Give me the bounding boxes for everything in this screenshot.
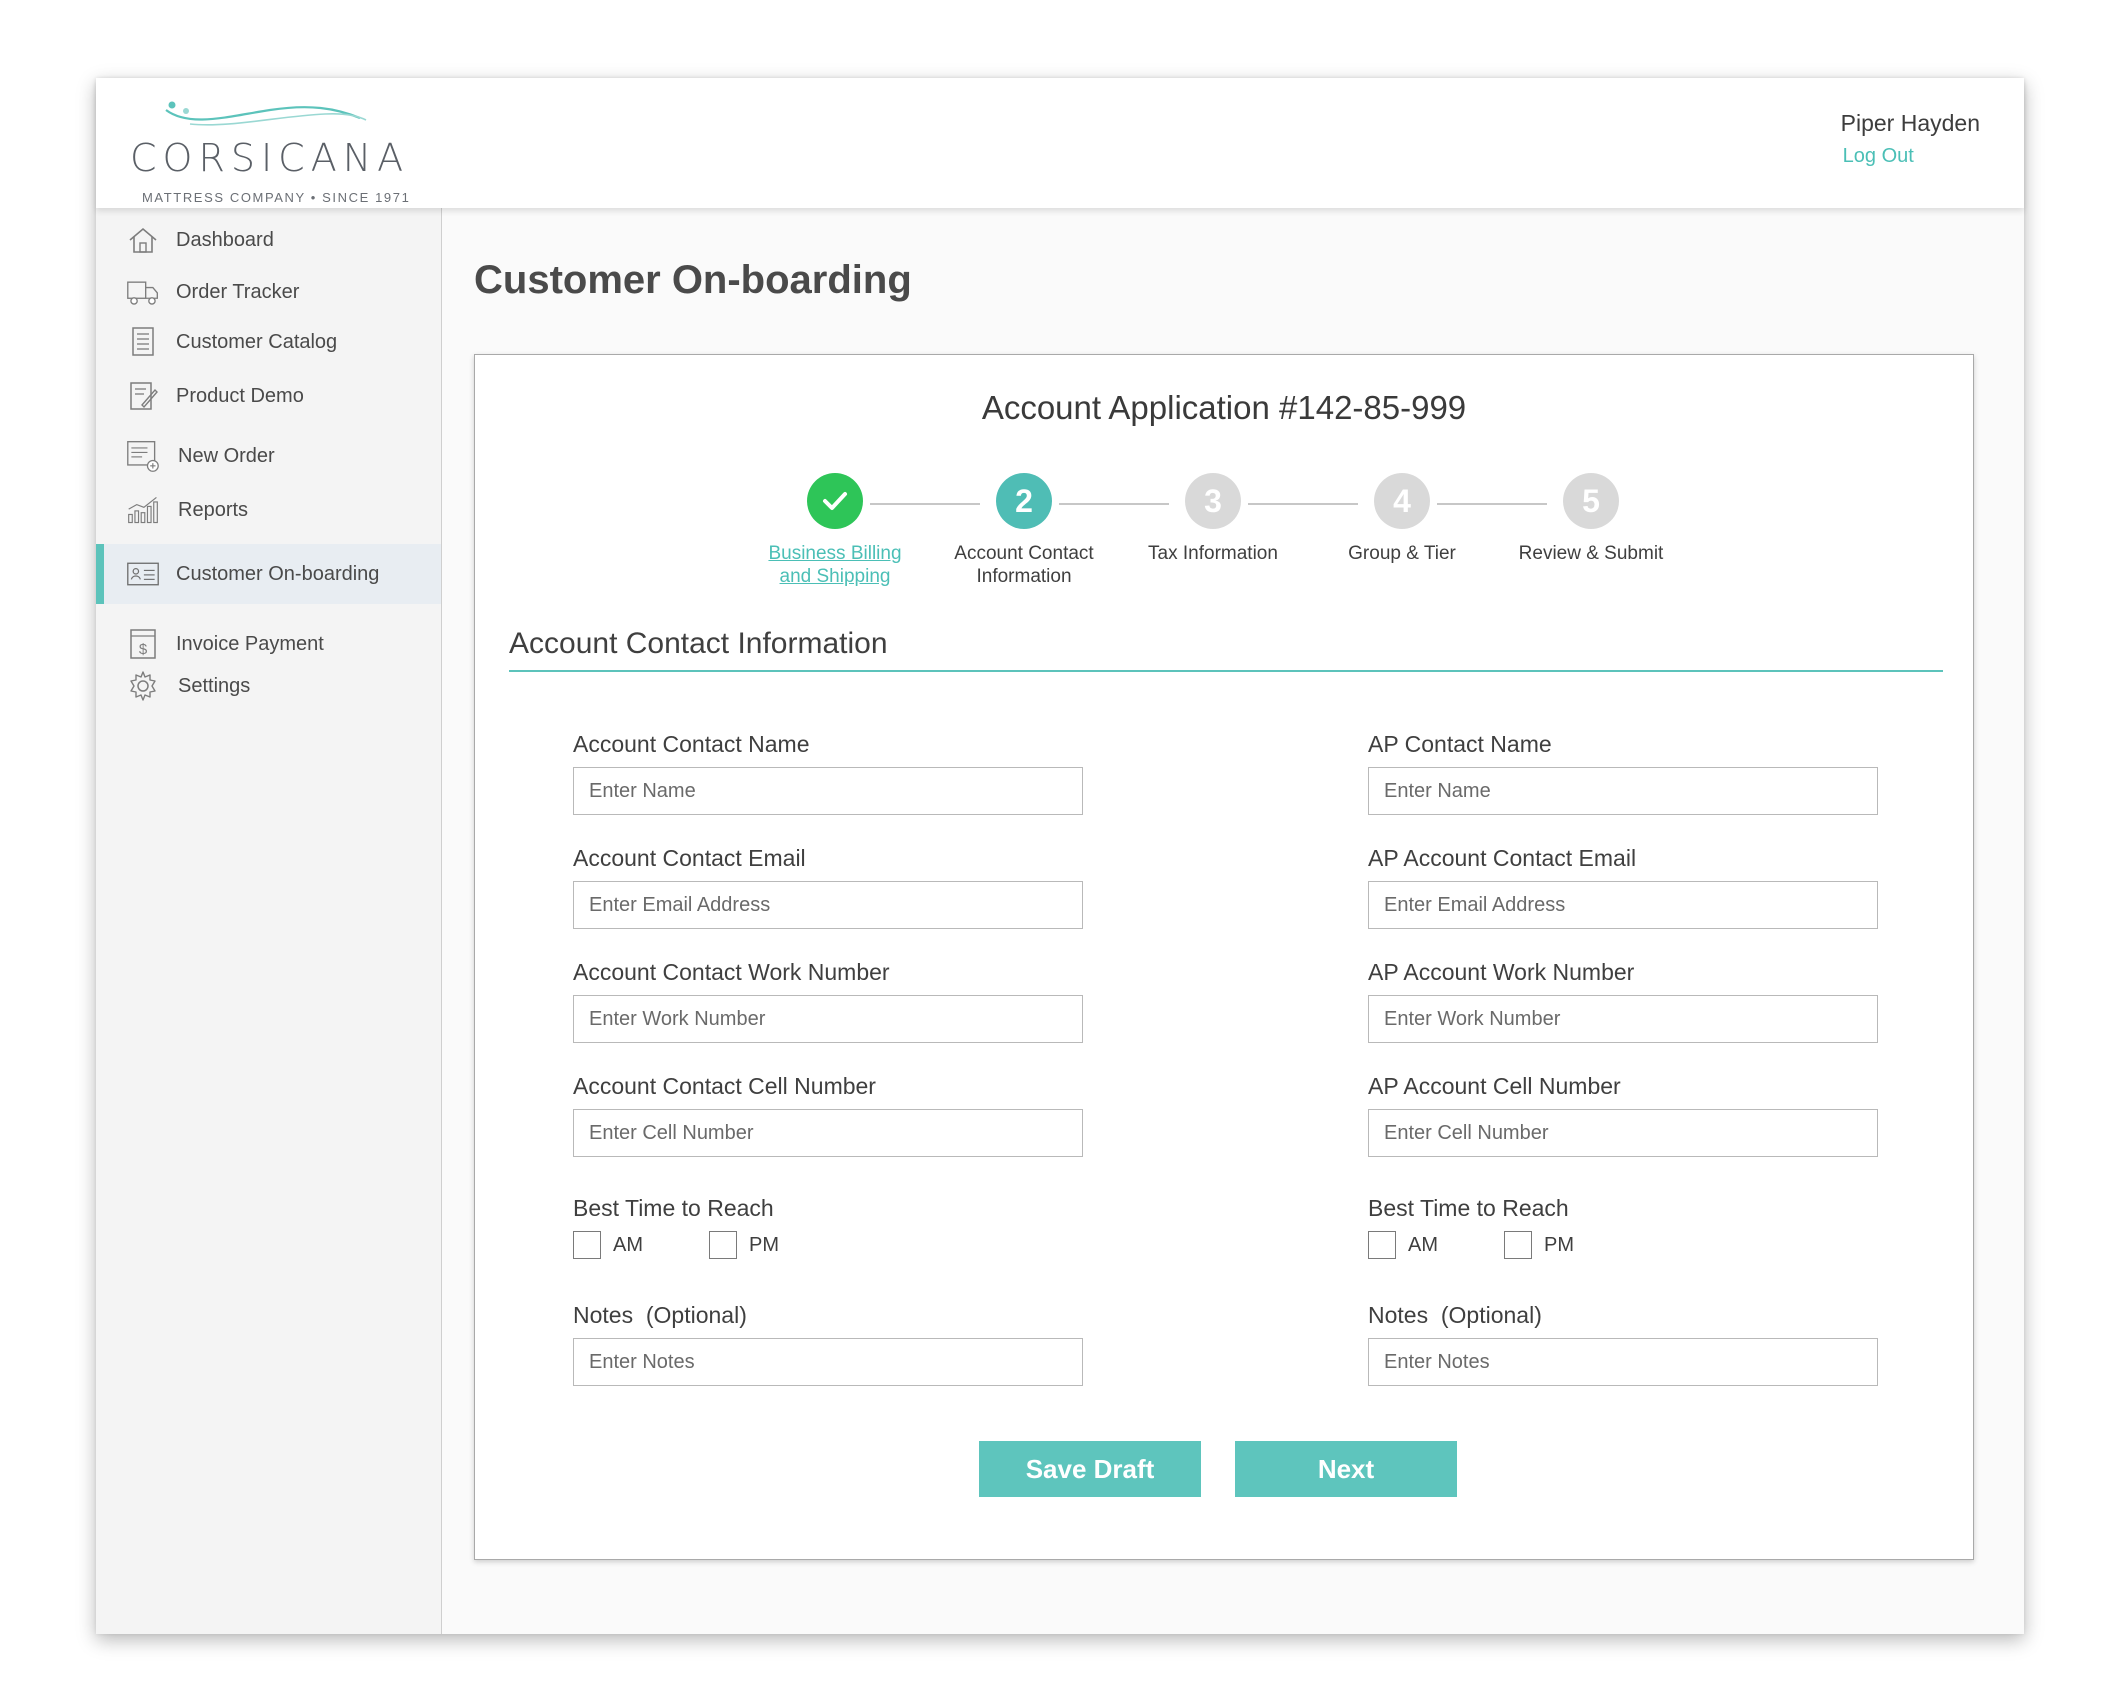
step-connector: [1059, 503, 1169, 505]
ap-cell-number-label: AP Account Cell Number: [1368, 1073, 1621, 1099]
sidebar-item-label: New Order: [178, 444, 275, 467]
am-checkbox-label: AM: [613, 1234, 643, 1256]
ap-contact-name-input[interactable]: [1368, 767, 1878, 815]
account-contact-email-label: Account Contact Email: [573, 845, 806, 871]
pm-checkbox-label: PM: [749, 1234, 779, 1256]
step-2-label: Account Contact Information: [929, 542, 1119, 588]
checkmark-icon: [823, 492, 847, 510]
account-contact-cell-number-label: Account Contact Cell Number: [573, 1073, 876, 1099]
gear-icon: [130, 671, 156, 701]
step-connector: [870, 503, 980, 505]
header: CORSICANA MATTRESS COMPANY • SINCE 1971 …: [96, 78, 2024, 208]
step-3-label: Tax Information: [1148, 543, 1278, 564]
main-content: Customer On-boarding Account Application…: [442, 208, 2024, 1634]
step-3-circle: 3: [1185, 473, 1241, 529]
step-2-label-line1: Account Contact: [954, 543, 1094, 564]
user-panel: Piper Hayden Log Out: [1841, 110, 1980, 168]
am-checkbox[interactable]: [573, 1231, 601, 1259]
logo-wordmark: CORSICANA: [130, 136, 410, 180]
app-window: CORSICANA MATTRESS COMPANY • SINCE 1971 …: [96, 78, 2024, 1634]
ap-notes-label: Notes (Optional): [1368, 1302, 1542, 1328]
sidebar-item-label: Product Demo: [176, 384, 304, 407]
ap-contact-email-label: AP Account Contact Email: [1368, 845, 1637, 871]
ap-pm-checkbox-label: PM: [1544, 1234, 1574, 1256]
application-card: Account Application #142-85-999 2 3 4 5 …: [474, 354, 1974, 1560]
pm-checkbox[interactable]: [709, 1231, 737, 1259]
notes-input[interactable]: [573, 1338, 1083, 1386]
svg-text:$: $: [139, 641, 148, 658]
logo-tagline: MATTRESS COMPANY • SINCE 1971: [142, 190, 411, 205]
ap-cell-number-input[interactable]: [1368, 1109, 1878, 1157]
sidebar-item-order-tracker[interactable]: Order Tracker: [96, 270, 441, 314]
step-connector: [1437, 503, 1547, 505]
ap-contact-email-input[interactable]: [1368, 881, 1878, 929]
home-icon: [129, 227, 157, 253]
ap-best-time-options: AM PM: [1368, 1231, 1668, 1261]
save-draft-button[interactable]: Save Draft: [979, 1441, 1201, 1497]
sidebar-item-label: Customer Catalog: [176, 330, 338, 353]
step-5-label: Review & Submit: [1518, 543, 1664, 564]
step-2-label-line2: Information: [976, 566, 1072, 587]
ap-contact-name-label: AP Contact Name: [1368, 731, 1552, 757]
account-contact-work-number-label: Account Contact Work Number: [573, 959, 890, 985]
sidebar: Dashboard Order Tracker Customer Catalog: [96, 208, 442, 1634]
best-time-options: AM PM: [573, 1231, 873, 1261]
section-title: Account Contact Information: [509, 627, 888, 660]
sidebar-item-label: Reports: [178, 498, 249, 521]
logo-swoosh-icon: [165, 101, 367, 126]
invoice-icon: $: [130, 629, 156, 659]
ap-notes-input[interactable]: [1368, 1338, 1878, 1386]
account-contact-email-input[interactable]: [573, 881, 1083, 929]
logout-link[interactable]: Log Out: [1843, 145, 1980, 168]
step-5-circle: 5: [1563, 473, 1619, 529]
user-name: Piper Hayden: [1840, 110, 1980, 136]
demo-icon: [130, 382, 158, 410]
sidebar-item-label: Settings: [178, 674, 251, 697]
sidebar-item-customer-catalog[interactable]: Customer Catalog: [96, 320, 441, 364]
ap-am-checkbox[interactable]: [1368, 1231, 1396, 1259]
progress-stepper: 2 3 4 5 Business Billing and Shipping Ac…: [475, 473, 1973, 603]
ap-best-time-label: Best Time to Reach: [1368, 1195, 1569, 1221]
sidebar-item-invoice-payment[interactable]: $ Invoice Payment: [96, 622, 441, 666]
sidebar-item-product-demo[interactable]: Product Demo: [96, 374, 441, 418]
notes-label: Notes (Optional): [573, 1302, 747, 1328]
sidebar-item-new-order[interactable]: New Order: [96, 434, 441, 478]
id-card-icon: [127, 562, 159, 586]
best-time-label: Best Time to Reach: [573, 1195, 774, 1221]
sidebar-item-reports[interactable]: Reports: [96, 488, 441, 532]
step-4-label: Group & Tier: [1348, 543, 1456, 564]
step-1-label-line1: Business Billing: [768, 543, 902, 564]
sidebar-item-label: Order Tracker: [176, 280, 300, 303]
ap-pm-checkbox[interactable]: [1504, 1231, 1532, 1259]
reports-icon: [128, 497, 158, 524]
section-divider: [509, 670, 1943, 672]
corsicana-logo[interactable]: CORSICANA MATTRESS COMPANY • SINCE 1971: [130, 98, 409, 205]
sidebar-item-customer-onboarding[interactable]: Customer On-boarding: [96, 544, 441, 604]
ap-work-number-input[interactable]: [1368, 995, 1878, 1043]
next-button[interactable]: Next: [1235, 1441, 1457, 1497]
sidebar-item-dashboard[interactable]: Dashboard: [96, 218, 441, 262]
account-contact-work-number-input[interactable]: [573, 995, 1083, 1043]
step-1-circle[interactable]: [807, 473, 863, 529]
sidebar-item-label: Dashboard: [176, 228, 274, 251]
account-contact-name-label: Account Contact Name: [573, 731, 810, 757]
new-order-icon: [127, 441, 159, 472]
application-title: Account Application #142-85-999: [981, 389, 1467, 426]
page-title: Customer On-boarding: [474, 258, 912, 302]
catalog-icon: [132, 327, 154, 356]
sidebar-item-label: Invoice Payment: [176, 632, 324, 655]
step-2-circle: 2: [996, 473, 1052, 529]
ap-work-number-label: AP Account Work Number: [1368, 959, 1635, 985]
step-1-label[interactable]: Business Billing and Shipping: [740, 542, 930, 588]
truck-icon: [127, 281, 158, 305]
step-1-label-line2: and Shipping: [779, 566, 891, 587]
step-4-circle: 4: [1374, 473, 1430, 529]
step-connector: [1248, 503, 1358, 505]
sidebar-item-settings[interactable]: Settings: [96, 664, 441, 708]
account-contact-cell-number-input[interactable]: [573, 1109, 1083, 1157]
account-contact-name-input[interactable]: [573, 767, 1083, 815]
sidebar-item-label: Customer On-boarding: [176, 562, 380, 585]
ap-am-checkbox-label: AM: [1408, 1234, 1438, 1256]
